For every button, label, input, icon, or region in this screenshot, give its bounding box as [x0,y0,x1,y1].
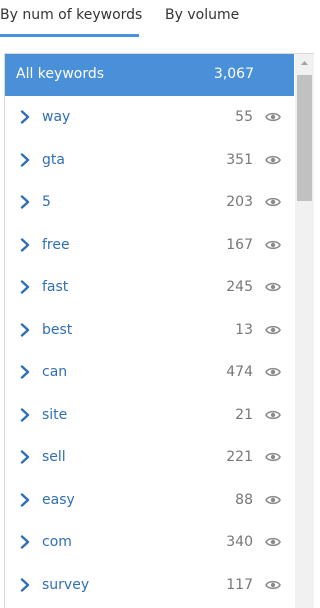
keyword-label[interactable]: easy [42,492,75,508]
chevron-right-icon[interactable] [19,450,31,464]
keyword-count: 340 [226,534,253,550]
keyword-groups-panel: All keywords 3,067 way 55 gta 351 5 203 free 16… [4,53,314,608]
keyword-row[interactable]: com 340 [5,522,294,564]
keyword-count: 474 [226,364,253,380]
all-keywords-row[interactable]: All keywords 3,067 [5,54,294,96]
keyword-count: 55 [235,109,253,125]
eye-icon[interactable] [265,579,281,591]
keyword-row[interactable]: survey 117 [5,565,294,607]
keyword-label[interactable]: site [42,407,67,423]
keyword-label[interactable]: com [42,534,72,550]
all-keywords-count: 3,067 [213,66,254,82]
keyword-row[interactable]: free 167 [5,225,294,267]
keyword-count: 351 [226,151,253,168]
keyword-count: 203 [226,194,253,210]
keyword-label[interactable]: free [42,237,70,253]
keyword-count: 13 [235,321,253,338]
chevron-right-icon[interactable] [19,365,31,379]
chevron-right-icon[interactable] [19,407,31,422]
keyword-row[interactable]: best 13 [5,310,294,352]
scroll-thumb[interactable] [297,75,312,201]
eye-icon[interactable] [265,111,281,123]
keyword-count: 21 [235,406,253,423]
keyword-row[interactable]: way 55 [5,97,294,139]
keyword-label[interactable]: survey [42,577,89,593]
keyword-row[interactable]: sell 221 [5,437,294,479]
keyword-count: 245 [226,279,253,295]
keyword-label[interactable]: can [42,364,67,380]
eye-icon[interactable] [265,196,281,208]
keyword-row[interactable]: site 21 [5,395,294,437]
tab-by-volume[interactable]: By volume [165,7,239,23]
chevron-right-icon[interactable] [19,110,31,124]
keyword-row[interactable]: 5 203 [5,182,294,224]
tab-bar: By num of keywords By volume [0,0,314,38]
chevron-right-icon[interactable] [19,535,31,549]
eye-icon[interactable] [265,366,281,378]
keyword-label[interactable]: gta [42,152,65,168]
keyword-label[interactable]: sell [42,449,66,465]
scroll-up-arrow-icon[interactable] [295,54,314,72]
eye-icon[interactable] [265,154,281,166]
eye-icon[interactable] [265,281,281,293]
eye-icon[interactable] [265,494,281,506]
keyword-row[interactable]: can 474 [5,352,294,394]
chevron-right-icon[interactable] [19,237,31,252]
keyword-row[interactable]: fast 245 [5,267,294,309]
eye-icon[interactable] [265,451,281,463]
vertical-scrollbar[interactable] [295,54,314,608]
eye-icon[interactable] [265,324,281,336]
active-tab-indicator [0,34,139,37]
chevron-right-icon[interactable] [19,280,31,294]
keyword-label[interactable]: best [42,322,72,338]
eye-icon[interactable] [265,239,281,251]
keyword-label[interactable]: way [42,109,70,125]
keyword-row[interactable]: easy 88 [5,480,294,522]
keyword-row[interactable]: gta 351 [5,140,294,182]
chevron-right-icon[interactable] [19,195,31,209]
keyword-label[interactable]: fast [42,279,68,295]
chevron-right-icon[interactable] [19,322,31,337]
chevron-right-icon[interactable] [19,152,31,167]
keyword-count: 117 [226,576,253,593]
keyword-label[interactable]: 5 [42,194,51,210]
tab-by-num-of-keywords[interactable]: By num of keywords [0,7,142,23]
eye-icon[interactable] [265,409,281,421]
eye-icon[interactable] [265,536,281,548]
chevron-right-icon[interactable] [19,492,31,507]
chevron-right-icon[interactable] [19,577,31,592]
keyword-count: 88 [235,491,253,508]
all-keywords-label: All keywords [16,66,105,82]
keyword-count: 221 [226,449,253,465]
keyword-count: 167 [226,236,253,253]
